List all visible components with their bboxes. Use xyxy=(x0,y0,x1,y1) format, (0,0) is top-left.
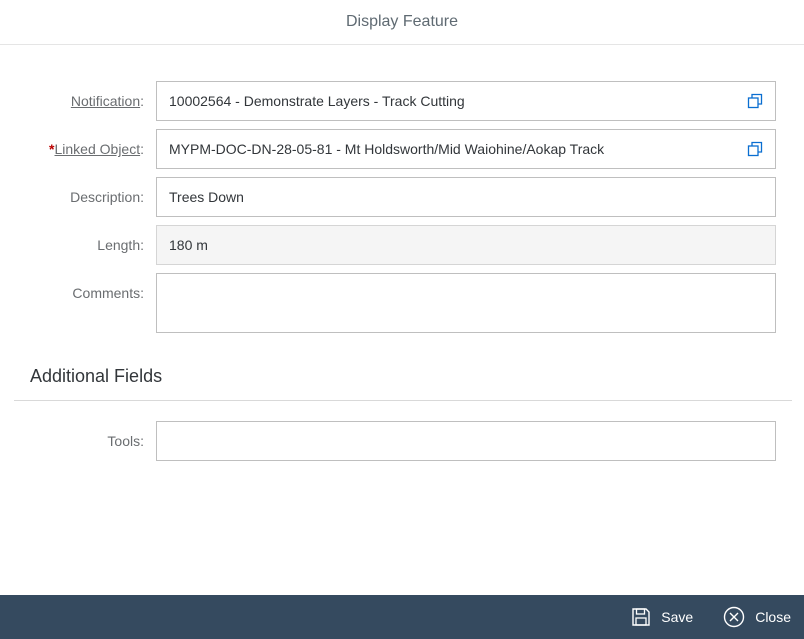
length-value: 180 m xyxy=(169,237,208,253)
tools-label: Tools: xyxy=(107,433,144,449)
additional-fields-title: Additional Fields xyxy=(30,366,163,386)
length-field: 180 m xyxy=(156,225,776,265)
dialog-title: Display Feature xyxy=(345,13,459,30)
tools-row: Tools: xyxy=(0,421,804,461)
display-feature-dialog: Display Feature Notification: 10002564 -… xyxy=(0,0,804,639)
dialog-header: Display Feature xyxy=(0,0,804,45)
dialog-footer: Save Close xyxy=(0,595,804,639)
notification-value: 10002564 - Demonstrate Layers - Track Cu… xyxy=(169,93,465,109)
notification-row: Notification: 10002564 - Demonstrate Lay… xyxy=(0,81,804,121)
linked-object-label[interactable]: *Linked Object: xyxy=(49,141,144,157)
comments-label: Comments: xyxy=(72,285,144,301)
save-label: Save xyxy=(661,609,694,625)
tools-input[interactable] xyxy=(156,421,776,461)
description-label: Description: xyxy=(70,189,144,205)
notification-label[interactable]: Notification: xyxy=(71,93,144,109)
description-row: Description: Trees Down xyxy=(0,177,804,217)
length-row: Length: 180 m xyxy=(0,225,804,265)
linked-object-value: MYPM-DOC-DN-28-05-81 - Mt Holdsworth/Mid… xyxy=(169,141,605,157)
comments-textarea[interactable] xyxy=(156,273,776,333)
save-icon xyxy=(631,607,651,627)
notification-field[interactable]: 10002564 - Demonstrate Layers - Track Cu… xyxy=(156,81,776,121)
section-divider xyxy=(14,400,792,401)
description-value: Trees Down xyxy=(169,189,244,205)
save-button[interactable]: Save xyxy=(631,607,693,627)
length-label: Length: xyxy=(97,237,144,253)
close-icon xyxy=(723,606,745,628)
linked-object-row: *Linked Object: MYPM-DOC-DN-28-05-81 - M… xyxy=(0,129,804,169)
copy-icon[interactable] xyxy=(747,141,763,157)
close-label: Close xyxy=(755,609,791,625)
copy-icon[interactable] xyxy=(747,93,763,109)
description-input[interactable]: Trees Down xyxy=(156,177,776,217)
comments-row: Comments: xyxy=(0,273,804,333)
close-button[interactable]: Close xyxy=(723,606,791,628)
linked-object-field[interactable]: MYPM-DOC-DN-28-05-81 - Mt Holdsworth/Mid… xyxy=(156,129,776,169)
